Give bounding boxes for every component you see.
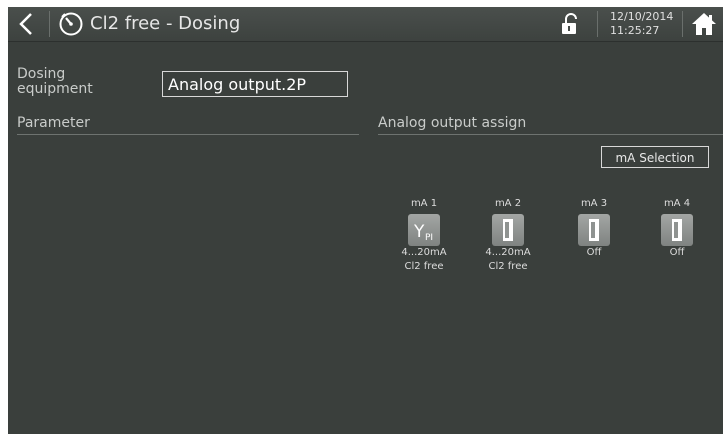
output-switch-icon[interactable] [578,214,610,246]
header-divider [682,11,683,37]
analog-output-assign-heading: Analog output assign [378,115,527,131]
datetime: 12/10/2014 11:25:27 [610,10,678,38]
time-text: 11:25:27 [610,24,660,37]
header-divider [597,11,598,37]
parameter-divider [17,134,359,135]
date-text: 12/10/2014 [610,10,674,23]
output-param: Cl2 free [488,261,528,272]
svg-text:PI: PI [425,233,433,243]
header-bar: Cl2 free - Dosing 12/10/2014 11:25:27 [8,7,723,42]
output-param: Cl2 free [404,261,444,272]
output-ma4: mA 4 Off [647,197,707,260]
unlocked-padlock-icon[interactable] [560,13,580,35]
output-switch-icon[interactable] [661,214,693,246]
parameter-heading: Parameter [17,115,90,131]
output-ma2: mA 2 4...20mA Cl2 free [478,197,538,274]
page-title: Cl2 free - Dosing [90,13,241,34]
dosing-equipment-field[interactable]: Analog output.2P [162,71,348,97]
output-name: mA 3 [580,198,608,209]
output-range: 4...20mA [401,247,447,258]
analog-output-divider [378,134,723,135]
output-ma1: mA 1 Y PI 4...20mA Cl2 free [394,197,454,274]
svg-text:Y: Y [413,222,425,242]
y-pi-controller-icon[interactable]: Y PI [408,214,440,246]
clock-dial-icon [59,12,83,36]
output-range: Off [669,247,685,258]
dosing-label-line1: Dosing [17,66,66,82]
output-name: mA 4 [663,198,691,209]
output-range: 4...20mA [485,247,531,258]
output-ma3: mA 3 Off [564,197,624,260]
ma-selection-button[interactable]: mA Selection [601,146,709,168]
output-range: Off [586,247,602,258]
header-divider [49,11,50,37]
back-arrow-icon[interactable] [14,11,40,37]
screen: Cl2 free - Dosing 12/10/2014 11:25:27 Do… [0,0,723,434]
dosing-equipment-label: Dosing equipment [17,67,127,97]
dosing-screen: Cl2 free - Dosing 12/10/2014 11:25:27 Do… [8,7,723,434]
output-name: mA 2 [494,198,522,209]
output-name: mA 1 [410,198,438,209]
home-icon[interactable] [691,12,717,36]
dosing-label-line2: equipment [17,81,93,97]
output-switch-icon[interactable] [492,214,524,246]
